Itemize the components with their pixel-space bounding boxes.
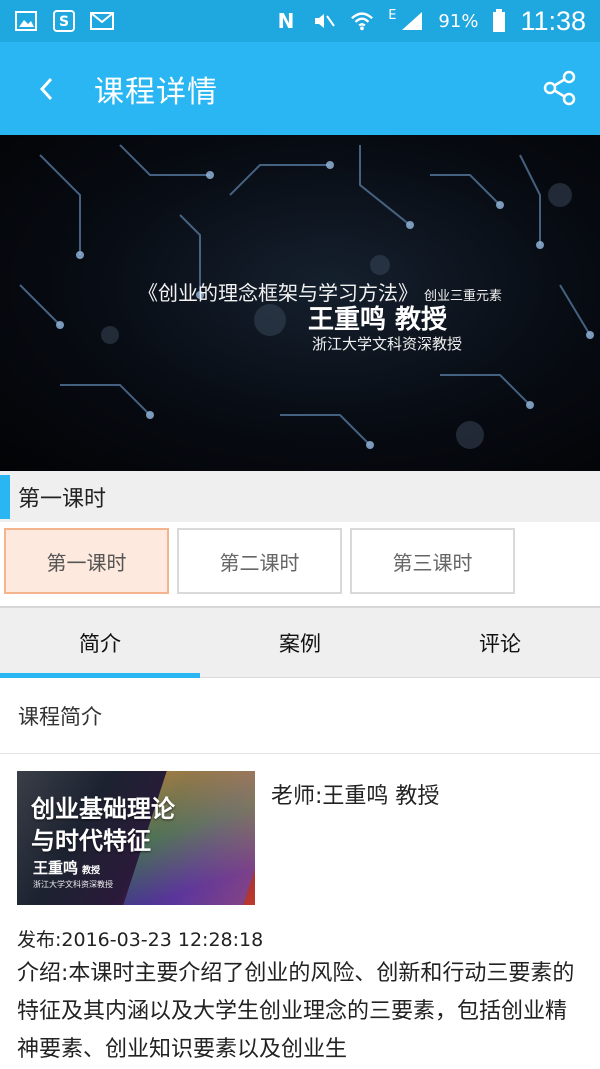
signal-icon <box>400 10 424 32</box>
video-lecturer: 王重鸣 教授 <box>308 305 448 335</box>
video-affiliation: 浙江大学文科资深教授 <box>312 335 463 353</box>
publish-date: 发布:2016-03-23 12:28:18 <box>17 929 264 951</box>
page-title: 课程详情 <box>94 74 218 110</box>
thumbnail-lecturer-name: 王重鸣 <box>33 859 79 877</box>
clock: 11:38 <box>520 5 586 36</box>
lesson-selector: 第一课时 第二课时 第三课时 <box>0 522 600 606</box>
current-lesson-header: 第一课时 <box>0 471 600 522</box>
share-icon <box>543 70 576 106</box>
battery-icon <box>492 9 506 32</box>
mute-icon <box>312 10 336 32</box>
mail-icon <box>90 10 114 32</box>
course-description: 介绍:本课时主要介绍了创业的风险、创新和行动三要素的特征及其内涵以及大学生创业理… <box>17 961 575 1062</box>
tab-intro[interactable]: 简介 <box>0 608 200 678</box>
thumbnail-lecturer-title: 教授 <box>82 866 101 876</box>
svg-text:S: S <box>59 14 69 30</box>
nfc-icon: N <box>274 10 298 32</box>
current-lesson-title: 第一课时 <box>18 486 107 512</box>
battery-percent: 91% <box>438 10 479 32</box>
chevron-left-icon <box>39 77 53 100</box>
status-bar: S N E 91% 11:38 <box>0 0 600 42</box>
thumbnail-title-line1: 创业基础理论 <box>31 795 175 823</box>
lesson-button-3[interactable]: 第三课时 <box>350 528 515 594</box>
thumbnail-affiliation: 浙江大学文科资深教授 <box>33 880 113 889</box>
thumbnail-lecturer: 王重鸣 教授 <box>33 857 100 878</box>
thumbnail-title-line2: 与时代特征 <box>31 827 151 855</box>
svg-text:N: N <box>278 10 295 32</box>
wifi-icon <box>350 10 374 32</box>
app-bar: 课程详情 <box>0 42 600 135</box>
gallery-icon <box>14 10 38 32</box>
s-notification-icon: S <box>52 10 76 32</box>
network-type-label: E <box>388 7 397 23</box>
content-tabs: 简介 案例 评论 <box>0 606 600 678</box>
video-caption: 《创业的理念框架与学习方法》 创业三重元素 王重鸣 教授 浙江大学文科资深教授 <box>0 135 600 471</box>
status-left-icons: S <box>14 10 114 32</box>
share-button[interactable] <box>538 66 582 110</box>
back-button[interactable] <box>0 42 94 135</box>
course-thumbnail: 创业基础理论 与时代特征 王重鸣 教授 浙江大学文科资深教授 <box>17 771 255 905</box>
intro-heading: 课程简介 <box>0 678 600 754</box>
video-player[interactable]: 《创业的理念框架与学习方法》 创业三重元素 王重鸣 教授 浙江大学文科资深教授 <box>0 135 600 471</box>
lesson-button-1[interactable]: 第一课时 <box>4 528 169 594</box>
tab-cases[interactable]: 案例 <box>200 608 400 677</box>
tab-comments[interactable]: 评论 <box>400 608 600 677</box>
lesson-button-2[interactable]: 第二课时 <box>177 528 342 594</box>
teacher-info: 老师:王重鸣 教授 <box>271 784 440 809</box>
accent-bar <box>0 474 10 519</box>
status-right-icons: N E 91% 11:38 <box>274 6 586 37</box>
